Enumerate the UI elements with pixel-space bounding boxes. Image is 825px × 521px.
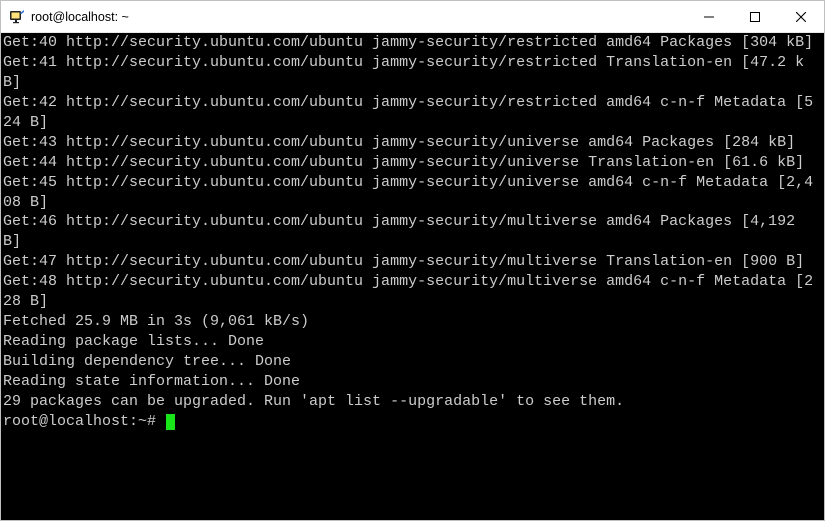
terminal-line: Get:44 http://security.ubuntu.com/ubuntu… bbox=[3, 153, 822, 173]
window-title: root@localhost: ~ bbox=[31, 10, 129, 24]
terminal-line: Building dependency tree... Done bbox=[3, 352, 822, 372]
terminal-line: Get:46 http://security.ubuntu.com/ubuntu… bbox=[3, 212, 822, 252]
terminal-line: Get:47 http://security.ubuntu.com/ubuntu… bbox=[3, 252, 822, 272]
terminal-line: Fetched 25.9 MB in 3s (9,061 kB/s) bbox=[3, 312, 822, 332]
terminal-line: Get:40 http://security.ubuntu.com/ubuntu… bbox=[3, 33, 822, 53]
terminal-line: Get:43 http://security.ubuntu.com/ubuntu… bbox=[3, 133, 822, 153]
window-controls bbox=[686, 1, 824, 32]
terminal-viewport[interactable]: Get:40 http://security.ubuntu.com/ubuntu… bbox=[1, 33, 824, 520]
putty-icon bbox=[9, 9, 25, 25]
app-window: root@localhost: ~ Get:40 http://security… bbox=[0, 0, 825, 521]
terminal-prompt-line[interactable]: root@localhost:~# bbox=[3, 412, 822, 432]
minimize-button[interactable] bbox=[686, 1, 732, 32]
maximize-button[interactable] bbox=[732, 1, 778, 32]
terminal-line: Get:48 http://security.ubuntu.com/ubuntu… bbox=[3, 272, 822, 312]
terminal-line: Get:45 http://security.ubuntu.com/ubuntu… bbox=[3, 173, 822, 213]
shell-prompt: root@localhost:~# bbox=[3, 413, 165, 430]
titlebar[interactable]: root@localhost: ~ bbox=[1, 1, 824, 33]
terminal-line: Get:42 http://security.ubuntu.com/ubuntu… bbox=[3, 93, 822, 133]
terminal-line: Get:41 http://security.ubuntu.com/ubuntu… bbox=[3, 53, 822, 93]
terminal-line: 29 packages can be upgraded. Run 'apt li… bbox=[3, 392, 822, 412]
terminal-line: Reading package lists... Done bbox=[3, 332, 822, 352]
terminal-line: Reading state information... Done bbox=[3, 372, 822, 392]
cursor-icon bbox=[166, 414, 175, 430]
close-button[interactable] bbox=[778, 1, 824, 32]
